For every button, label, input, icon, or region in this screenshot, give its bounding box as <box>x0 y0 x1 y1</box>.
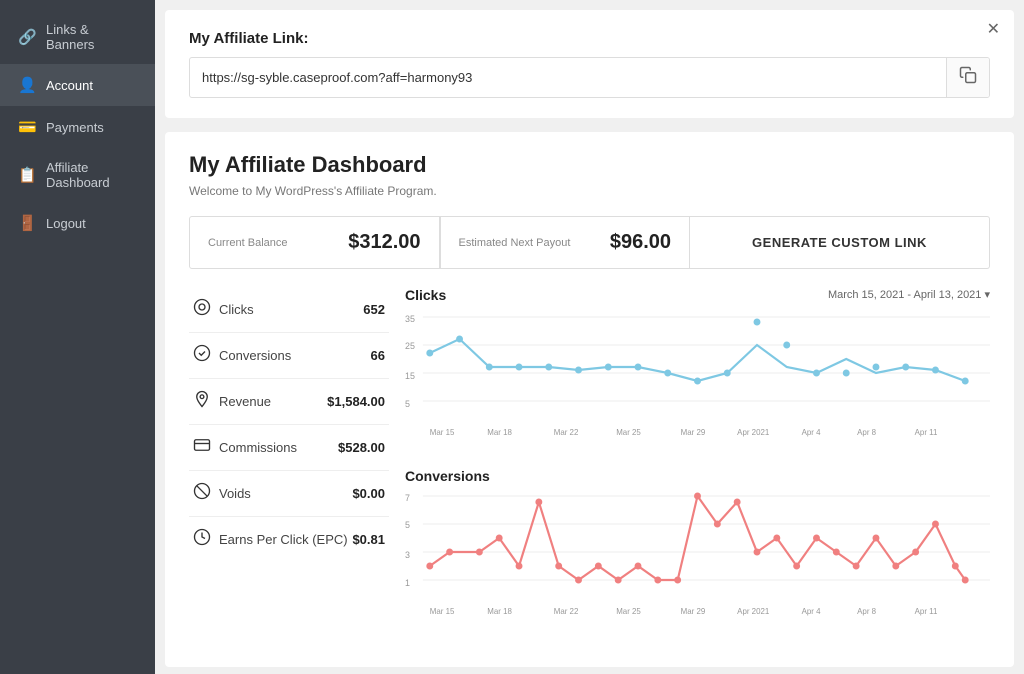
commissions-value: $528.00 <box>338 440 385 455</box>
svg-text:35: 35 <box>405 314 415 324</box>
stat-item-epc: Earns Per Click (EPC) $0.81 <box>189 517 389 562</box>
stat-item-conversions: Conversions 66 <box>189 333 389 379</box>
revenue-label: Revenue <box>219 394 271 409</box>
svg-text:Apr 2021: Apr 2021 <box>737 428 770 437</box>
current-balance-value: $312.00 <box>348 231 420 254</box>
commissions-label: Commissions <box>219 440 297 455</box>
svg-text:Mar 29: Mar 29 <box>681 607 706 616</box>
payments-icon: 💳 <box>18 118 36 136</box>
commissions-icon <box>193 436 211 459</box>
account-icon: 👤 <box>18 76 36 94</box>
clicks-chart-svg: 35 25 15 5 Mar 15 Mar 18 Mar 22 Mar 25 <box>405 307 990 447</box>
svg-text:15: 15 <box>405 371 415 381</box>
generate-custom-link-button[interactable]: GENERATE CUSTOM LINK <box>690 216 990 269</box>
epc-value: $0.81 <box>352 532 385 547</box>
sidebar-item-payments[interactable]: 💳 Payments <box>0 106 155 148</box>
svg-text:Apr 2021: Apr 2021 <box>737 607 770 616</box>
svg-text:Mar 25: Mar 25 <box>616 428 641 437</box>
conversions-chart-title: Conversions <box>405 468 990 484</box>
revenue-value: $1,584.00 <box>327 394 385 409</box>
svg-text:Mar 25: Mar 25 <box>616 607 641 616</box>
clicks-chart-container: 35 25 15 5 Mar 15 Mar 18 Mar 22 Mar 25 <box>405 307 990 452</box>
dashboard-card: My Affiliate Dashboard Welcome to My Wor… <box>165 132 1014 667</box>
svg-text:Mar 15: Mar 15 <box>430 428 455 437</box>
svg-text:Apr 11: Apr 11 <box>915 607 938 616</box>
epc-label: Earns Per Click (EPC) <box>219 532 348 547</box>
close-button[interactable]: ✕ <box>987 22 1000 38</box>
conversions-chart-container: 7 5 3 1 Mar 15 Mar 18 Mar 22 Mar 25 <box>405 486 990 631</box>
affiliate-dashboard-icon: 📋 <box>18 166 36 184</box>
svg-text:Apr 4: Apr 4 <box>802 607 822 616</box>
copy-link-button[interactable] <box>946 58 989 97</box>
svg-text:Mar 29: Mar 29 <box>681 428 706 437</box>
clicks-icon <box>193 298 211 321</box>
svg-text:Mar 15: Mar 15 <box>430 607 455 616</box>
stat-item-revenue: Revenue $1,584.00 <box>189 379 389 425</box>
logout-icon: 🚪 <box>18 214 36 232</box>
sidebar-label-payments: Payments <box>46 120 104 135</box>
svg-text:Mar 22: Mar 22 <box>554 607 579 616</box>
voids-icon <box>193 482 211 505</box>
sidebar-label-links-banners: Links & Banners <box>46 22 137 52</box>
sidebar-label-account: Account <box>46 78 93 93</box>
svg-text:1: 1 <box>405 578 410 588</box>
revenue-icon <box>193 390 211 413</box>
estimated-payout-label: Estimated Next Payout <box>459 237 571 249</box>
svg-text:Mar 22: Mar 22 <box>554 428 579 437</box>
left-stats-panel: Clicks 652 Conversions 66 <box>189 287 389 647</box>
stats-charts-row: Clicks 652 Conversions 66 <box>189 287 990 647</box>
voids-label: Voids <box>219 486 251 501</box>
affiliate-link-input-row <box>189 57 990 98</box>
svg-text:5: 5 <box>405 520 410 530</box>
links-banners-icon: 🔗 <box>18 28 36 46</box>
clicks-chart-title: Clicks <box>405 287 446 303</box>
date-range-label[interactable]: March 15, 2021 - April 13, 2021 ▾ <box>828 288 990 301</box>
sidebar-item-links-banners[interactable]: 🔗 Links & Banners <box>0 10 155 64</box>
estimated-payout-box: Estimated Next Payout $96.00 <box>440 216 691 269</box>
conversions-value: 66 <box>371 348 385 363</box>
conversions-chart-svg: 7 5 3 1 Mar 15 Mar 18 Mar 22 Mar 25 <box>405 486 990 626</box>
affiliate-link-input[interactable] <box>190 60 946 95</box>
svg-text:5: 5 <box>405 399 410 409</box>
stat-item-commissions: Commissions $528.00 <box>189 425 389 471</box>
svg-text:Mar 18: Mar 18 <box>487 607 512 616</box>
svg-text:Apr 4: Apr 4 <box>802 428 822 437</box>
clicks-label: Clicks <box>219 302 254 317</box>
svg-text:3: 3 <box>405 550 410 560</box>
clicks-value: 652 <box>363 302 385 317</box>
svg-text:25: 25 <box>405 341 415 351</box>
estimated-payout-value: $96.00 <box>610 231 671 254</box>
stat-item-voids: Voids $0.00 <box>189 471 389 517</box>
affiliate-link-label: My Affiliate Link: <box>189 30 990 47</box>
svg-text:7: 7 <box>405 493 410 503</box>
conversions-label: Conversions <box>219 348 291 363</box>
conversions-icon <box>193 344 211 367</box>
svg-text:Apr 8: Apr 8 <box>857 607 877 616</box>
epc-icon <box>193 528 211 551</box>
sidebar: 🔗 Links & Banners 👤 Account 💳 Payments 📋… <box>0 0 155 674</box>
sidebar-item-affiliate-dashboard[interactable]: 📋 Affiliate Dashboard <box>0 148 155 202</box>
stats-row: Current Balance $312.00 Estimated Next P… <box>189 216 990 269</box>
sidebar-item-account[interactable]: 👤 Account <box>0 64 155 106</box>
charts-area: Clicks March 15, 2021 - April 13, 2021 ▾… <box>405 287 990 647</box>
current-balance-box: Current Balance $312.00 <box>189 216 440 269</box>
affiliate-link-card: ✕ My Affiliate Link: <box>165 10 1014 118</box>
sidebar-label-affiliate-dashboard: Affiliate Dashboard <box>46 160 137 190</box>
stat-item-clicks: Clicks 652 <box>189 287 389 333</box>
sidebar-item-logout[interactable]: 🚪 Logout <box>0 202 155 244</box>
sidebar-label-logout: Logout <box>46 216 86 231</box>
dashboard-title: My Affiliate Dashboard <box>189 152 990 178</box>
main-content: ✕ My Affiliate Link: My Affiliate Dashbo… <box>155 0 1024 674</box>
voids-value: $0.00 <box>352 486 385 501</box>
svg-text:Apr 11: Apr 11 <box>915 428 938 437</box>
dashboard-subtitle: Welcome to My WordPress's Affiliate Prog… <box>189 184 990 198</box>
svg-text:Mar 18: Mar 18 <box>487 428 512 437</box>
current-balance-label: Current Balance <box>208 237 288 249</box>
svg-text:Apr 8: Apr 8 <box>857 428 877 437</box>
